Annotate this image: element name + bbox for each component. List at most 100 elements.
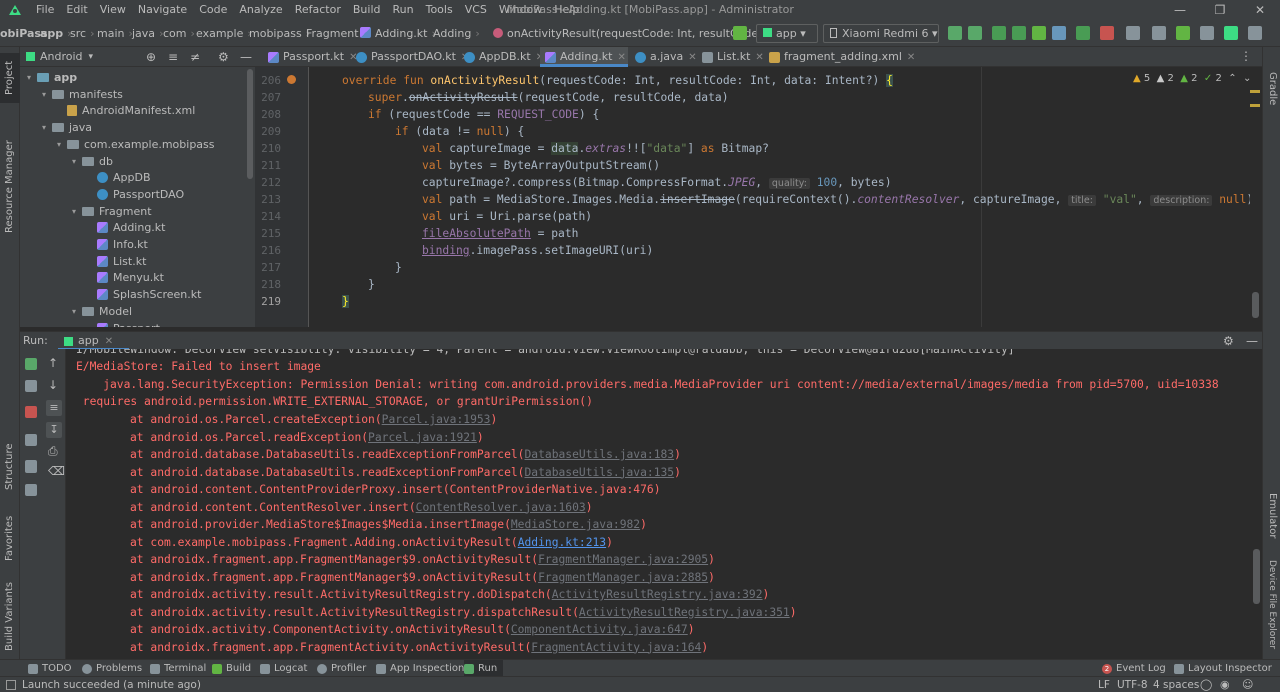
close-tab-icon[interactable]: ✕ xyxy=(907,52,915,63)
avd-manager-icon[interactable] xyxy=(1176,26,1190,40)
resource-manager-tool-tab[interactable]: Resource Manager xyxy=(0,117,20,257)
tab-a-java[interactable]: a.java ✕ xyxy=(630,47,697,67)
tree-item[interactable]: AppDB xyxy=(84,169,151,186)
tree-item[interactable]: Menyu.kt xyxy=(84,269,164,286)
minimize-icon[interactable]: — xyxy=(1160,0,1200,20)
source-link[interactable]: Parcel.java:1921 xyxy=(368,431,477,444)
line-separator-widget[interactable]: LF xyxy=(1098,677,1110,692)
rerun-icon[interactable] xyxy=(992,26,1006,40)
app-inspection-tool-button[interactable]: App Inspection xyxy=(376,660,464,677)
run-config-select[interactable]: app ▾ xyxy=(756,24,818,43)
close-tab-icon[interactable]: ✕ xyxy=(688,52,696,63)
tree-item[interactable]: PassportDAO xyxy=(84,186,184,203)
trash-icon[interactable]: ⌫ xyxy=(48,464,65,478)
build-variants-tool-tab[interactable]: Build Variants xyxy=(0,577,20,657)
arrow-down-icon[interactable]: ↓ xyxy=(48,378,58,392)
source-link[interactable]: ContentResolver.java:1603 xyxy=(416,501,586,514)
rerun-icon[interactable] xyxy=(25,358,37,370)
wrench-icon[interactable] xyxy=(25,380,37,392)
hide-panel-icon[interactable]: — xyxy=(240,50,252,64)
chevron-down-icon[interactable]: ⌄ xyxy=(1243,73,1251,84)
indent-widget[interactable]: 4 spaces xyxy=(1153,677,1199,692)
source-link[interactable]: DatabaseUtils.java:183 xyxy=(524,448,674,461)
todo-tool-button[interactable]: TODO xyxy=(28,660,72,677)
run-console-output[interactable]: I/MobileWindow: DecorView setVisiblity: … xyxy=(66,349,1252,659)
tool-windows-icon[interactable] xyxy=(6,680,16,690)
tab-passport-kt[interactable]: Passport.kt ✕ xyxy=(263,47,357,67)
breadcrumb-main[interactable]: main › xyxy=(97,20,133,47)
menu-navigate[interactable]: Navigate xyxy=(132,0,193,20)
breadcrumb-mobipass[interactable]: mobipass › xyxy=(249,20,310,47)
hammer-icon[interactable] xyxy=(733,26,747,40)
menu-file[interactable]: File xyxy=(30,0,60,20)
tree-item[interactable]: SplashScreen.kt xyxy=(84,286,201,303)
console-scrollbar[interactable] xyxy=(1253,549,1260,604)
apply-code-changes-icon[interactable] xyxy=(968,26,982,40)
stop-icon[interactable] xyxy=(25,406,37,418)
attach-debugger-icon[interactable] xyxy=(1076,26,1090,40)
menu-analyze[interactable]: Analyze xyxy=(233,0,288,20)
tab-passportdao-kt[interactable]: PassportDAO.kt✕ xyxy=(351,47,469,67)
tree-item[interactable]: ▾ manifests xyxy=(39,86,123,103)
tree-item[interactable]: List.kt xyxy=(84,253,146,270)
locate-icon[interactable]: ⊕ xyxy=(146,50,156,64)
event-log-tool-button[interactable]: 2 Event Log xyxy=(1102,660,1166,677)
project-structure-icon[interactable] xyxy=(1200,26,1214,40)
source-link[interactable]: ActivityResultRegistry.java:351 xyxy=(579,606,790,619)
tab-appdb-kt[interactable]: AppDB.kt✕ xyxy=(459,47,544,67)
close-icon[interactable]: ✕ xyxy=(1240,0,1280,20)
close-tab-icon[interactable]: ✕ xyxy=(755,52,763,63)
tree-item[interactable]: Passport xyxy=(84,320,160,327)
tree-item[interactable]: ▾ Fragment xyxy=(69,203,152,220)
profiler-tool-button[interactable]: Profiler xyxy=(317,660,366,677)
chevron-down-icon[interactable]: ▾ xyxy=(39,119,49,136)
lock-icon[interactable]: ◯ xyxy=(1200,677,1212,692)
tree-item[interactable]: AndroidManifest.xml xyxy=(54,102,195,119)
source-link[interactable]: Parcel.java:1953 xyxy=(382,413,491,426)
arrow-up-icon[interactable]: ↑ xyxy=(48,356,58,370)
project-scrollbar[interactable] xyxy=(247,69,253,179)
tab-list-kt[interactable]: List.kt ✕ xyxy=(697,47,764,67)
menu-view[interactable]: View xyxy=(94,0,132,20)
breadcrumb-app[interactable]: app › xyxy=(40,20,72,47)
device-select[interactable]: Xiaomi Redmi 6 ▾ xyxy=(823,24,939,43)
editor-scrollbar[interactable] xyxy=(1252,292,1259,318)
stop-icon[interactable] xyxy=(1100,26,1114,40)
source-link[interactable]: Adding.kt:213 xyxy=(518,536,606,549)
breadcrumb-fragment[interactable]: Fragment› xyxy=(306,20,367,47)
status-message[interactable]: Launch succeeded (a minute ago) xyxy=(22,677,201,692)
source-link[interactable]: MediaStore.java:982 xyxy=(511,518,640,531)
source-link[interactable]: FragmentActivity.java:164 xyxy=(531,641,701,654)
layout-inspector-tool-button[interactable]: Layout Inspector xyxy=(1174,660,1272,677)
chevron-down-icon[interactable]: ▾ xyxy=(69,203,79,220)
tab-adding-kt[interactable]: Adding.kt ✕ xyxy=(540,47,628,67)
soft-wrap-icon[interactable]: ≡ xyxy=(46,400,62,416)
favorites-tool-tab[interactable]: Favorites xyxy=(0,507,20,569)
collapse-all-icon[interactable]: ≠ xyxy=(190,50,200,64)
menu-vcs[interactable]: VCS xyxy=(459,0,493,20)
search-everywhere-icon[interactable] xyxy=(1248,26,1262,40)
camera-icon[interactable] xyxy=(25,434,37,446)
source-link[interactable]: ActivityResultRegistry.java:392 xyxy=(552,588,763,601)
problems-tool-button[interactable]: Problems xyxy=(82,660,142,677)
device-manager-icon[interactable] xyxy=(1126,26,1140,40)
gradle-tool-tab[interactable]: Gradle xyxy=(1263,65,1280,113)
chevron-down-icon[interactable]: ▾ xyxy=(69,303,79,320)
expand-all-icon[interactable]: ≡ xyxy=(168,50,178,64)
run-tab-app[interactable]: app ✕ xyxy=(58,332,130,350)
hide-panel-icon[interactable]: — xyxy=(1246,332,1258,350)
tree-item[interactable]: ▾ com.example.mobipass xyxy=(54,136,215,153)
breadcrumb-class[interactable]: Adding › xyxy=(433,20,480,47)
tree-item[interactable]: ▾ db xyxy=(69,153,113,170)
emulator-tool-tab[interactable]: Emulator xyxy=(1263,487,1280,545)
more-tabs-icon[interactable]: ⋮ xyxy=(1240,49,1252,63)
chevron-down-icon[interactable]: ▾ xyxy=(24,69,34,86)
inspection-widget[interactable]: ▲ 5 ▲ 2 ▲ 2 ✓ 2 ⌃ ⌄ xyxy=(1133,73,1251,84)
structure-tool-tab[interactable]: Structure xyxy=(0,437,20,497)
close-tab-icon[interactable]: ✕ xyxy=(618,52,626,63)
breadcrumb-com[interactable]: com › xyxy=(163,20,195,47)
run-tool-button[interactable]: Run xyxy=(464,660,504,677)
breadcrumb-src[interactable]: src › xyxy=(70,20,94,47)
menu-tools[interactable]: Tools xyxy=(420,0,459,20)
menu-code[interactable]: Code xyxy=(193,0,233,20)
